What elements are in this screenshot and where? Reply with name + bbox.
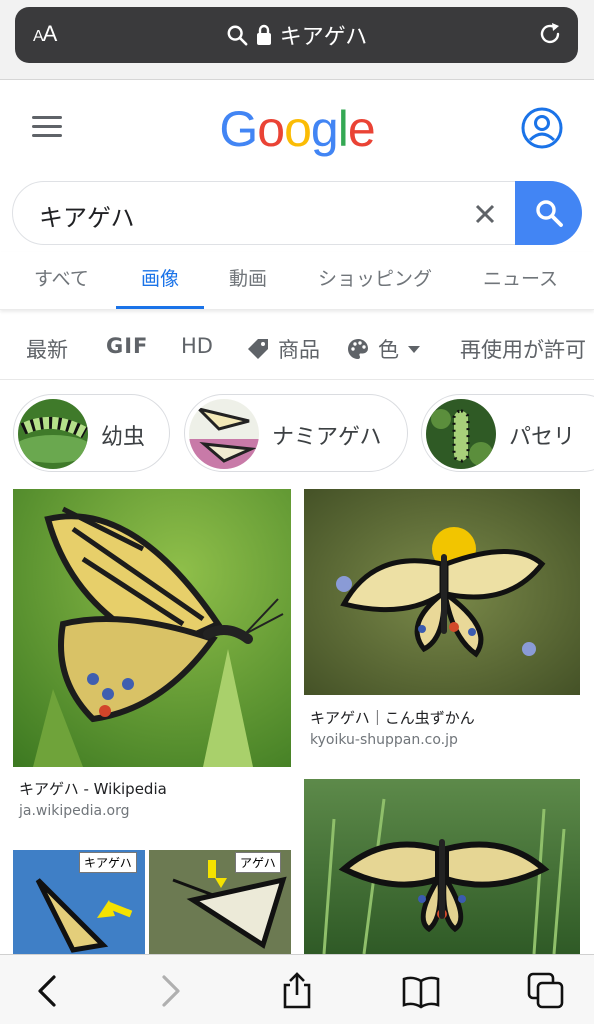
filter-color-label: 色 — [378, 338, 399, 362]
tab-shopping[interactable]: ショッピング — [318, 264, 432, 291]
result-image[interactable]: キアゲハ アゲハ — [13, 850, 291, 954]
bookmarks-icon[interactable] — [401, 971, 441, 1011]
result-site: ja.wikipedia.org — [19, 803, 130, 819]
chip-parsley[interactable]: パセリ — [421, 394, 594, 472]
logo-letter: l — [337, 101, 349, 157]
logo-letter: g — [310, 101, 339, 157]
tab-images[interactable]: 画像 — [141, 264, 179, 291]
caret-down-icon — [408, 346, 420, 353]
search-box[interactable]: キアゲハ — [12, 181, 582, 245]
filter-reuse[interactable]: 再使用が許可 — [460, 334, 586, 364]
address-bar-content[interactable]: キアゲハ — [15, 19, 578, 51]
result-site: kyoiku-shuppan.co.jp — [310, 732, 458, 748]
forward-icon[interactable] — [150, 971, 190, 1011]
search-input[interactable]: キアゲハ — [39, 198, 135, 233]
url-text: キアゲハ — [279, 25, 368, 50]
filter-gif[interactable]: GIF — [106, 334, 148, 358]
chip-thumbnail — [18, 399, 88, 469]
palette-icon — [348, 339, 368, 359]
filter-products-label: 商品 — [278, 338, 320, 362]
result-image[interactable] — [304, 779, 580, 954]
result-image[interactable] — [13, 489, 291, 767]
tab-news[interactable]: ニュース — [483, 264, 558, 291]
filter-row: 最新 GIF HD 商品 色 再使用が許可 — [0, 318, 594, 380]
google-header: Google — [0, 80, 594, 180]
chip-label: 幼虫 — [101, 425, 146, 450]
share-icon[interactable] — [277, 971, 317, 1011]
google-logo[interactable]: Google — [0, 100, 594, 158]
active-tab-indicator — [116, 306, 204, 309]
chip-thumbnail — [426, 399, 496, 469]
browser-top-bar: AA キアゲハ — [0, 0, 594, 80]
tab-videos[interactable]: 動画 — [229, 264, 267, 291]
filter-latest[interactable]: 最新 — [26, 334, 68, 364]
search-icon — [535, 200, 563, 227]
filter-color[interactable]: 色 — [346, 334, 421, 364]
filter-hd[interactable]: HD — [181, 334, 213, 358]
result-title[interactable]: キアゲハ - Wikipedia — [19, 778, 167, 799]
address-bar[interactable]: AA キアゲハ — [15, 7, 578, 63]
browser-bottom-bar — [0, 954, 594, 1024]
filter-products[interactable]: 商品 — [246, 334, 320, 364]
search-button[interactable] — [515, 181, 582, 245]
tab-all[interactable]: すべて — [34, 264, 89, 291]
logo-letter: e — [347, 101, 376, 157]
image-label-left: キアゲハ — [79, 852, 137, 873]
logo-letter: o — [284, 101, 312, 157]
logo-letter: G — [219, 101, 258, 157]
image-label-right: アゲハ — [235, 852, 281, 873]
chip-swallowtail[interactable]: ナミアゲハ — [184, 394, 408, 472]
chip-label: ナミアゲハ — [272, 425, 382, 450]
tabs-icon[interactable] — [526, 971, 566, 1011]
tag-icon — [248, 339, 268, 359]
result-title[interactable]: キアゲハ｜こん虫ずかん — [310, 707, 475, 728]
reload-icon[interactable] — [536, 20, 564, 48]
chip-thumbnail — [189, 399, 259, 469]
chip-larva[interactable]: 幼虫 — [13, 394, 170, 472]
search-tabs: すべて 画像 動画 ショッピング ニュース — [0, 252, 594, 310]
account-icon[interactable] — [520, 106, 564, 150]
logo-letter: o — [257, 101, 285, 157]
back-icon[interactable] — [28, 971, 68, 1011]
result-image[interactable] — [304, 489, 580, 695]
chip-label: パセリ — [509, 425, 576, 450]
clear-icon[interactable] — [471, 200, 499, 228]
search-icon — [227, 25, 248, 46]
lock-icon — [256, 24, 271, 45]
